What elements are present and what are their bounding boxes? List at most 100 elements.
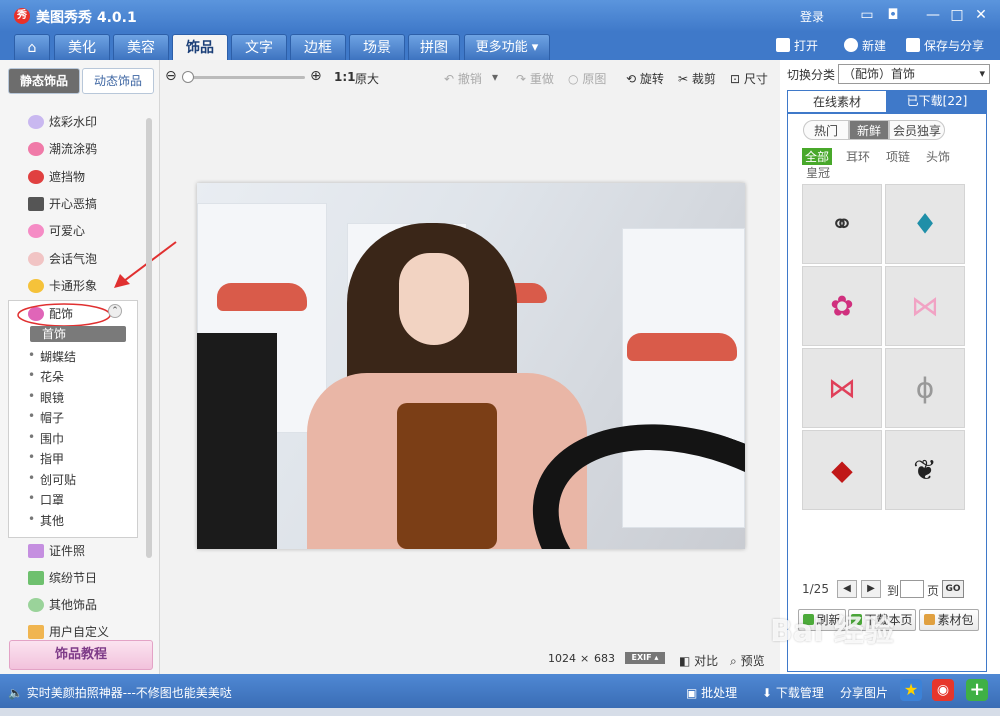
- batch-process-button[interactable]: ▣ 批处理: [686, 684, 737, 701]
- weibo-icon[interactable]: ◉: [932, 679, 954, 701]
- crop-button[interactable]: ✂ 裁剪: [678, 70, 716, 87]
- new-button[interactable]: 新建: [844, 37, 886, 54]
- compare-button[interactable]: ◧ 对比: [679, 652, 718, 669]
- original-image-button[interactable]: ○ 原图: [568, 70, 606, 87]
- go-page-button[interactable]: GO: [942, 580, 964, 598]
- download-manager-button[interactable]: ⬇ 下载管理: [762, 684, 824, 701]
- sidebar-item-custom[interactable]: 用户自定义: [28, 623, 109, 641]
- close-icon[interactable]: ✕: [970, 6, 992, 24]
- zoom-in-icon[interactable]: ⊕: [310, 68, 322, 84]
- page-number-input[interactable]: [900, 580, 924, 598]
- subitem-bandaid[interactable]: 创可贴: [28, 471, 76, 488]
- share-picture-button[interactable]: 分享图片: [840, 684, 888, 701]
- tab-face[interactable]: 美容: [113, 34, 169, 60]
- category-select[interactable]: （配饰）首饰: [838, 64, 990, 84]
- sidebar-item-cartoon[interactable]: 卡通形象: [28, 277, 97, 295]
- sidebar-scrollbar[interactable]: [146, 118, 152, 558]
- minimize-icon[interactable]: —: [922, 6, 944, 24]
- tab-accessories[interactable]: 饰品: [172, 34, 228, 60]
- sidebar-item-watermark[interactable]: 炫彩水印: [28, 113, 97, 131]
- sidebar-item-label: 其他饰品: [49, 598, 98, 612]
- tab-scene[interactable]: 场景: [349, 34, 405, 60]
- filter-necklace[interactable]: 项链: [886, 148, 910, 165]
- sidebar-item-prank[interactable]: 开心恶搞: [28, 195, 97, 213]
- material-thumbnail[interactable]: ⋈: [885, 266, 965, 346]
- redo-button[interactable]: ↷ 重做: [516, 70, 554, 87]
- accessory-tutorial-button[interactable]: 饰品教程: [9, 640, 153, 670]
- tab-beautify[interactable]: 美化: [54, 34, 110, 60]
- original-size-button[interactable]: 原大: [355, 70, 379, 87]
- undo-dropdown-icon[interactable]: ▾: [492, 70, 498, 84]
- tab-frame[interactable]: 边框: [290, 34, 346, 60]
- exif-button[interactable]: EXIF ▴: [625, 652, 665, 664]
- material-thumbnail[interactable]: ◆: [802, 430, 882, 510]
- sidebar-item-label: 会话气泡: [49, 252, 98, 266]
- segment-vip[interactable]: 会员独享: [889, 120, 945, 140]
- subitem-nail[interactable]: 指甲: [28, 450, 64, 467]
- save-share-button[interactable]: 保存与分享: [906, 37, 984, 54]
- photo-canvas[interactable]: [197, 183, 745, 549]
- filter-all[interactable]: 全部: [802, 148, 833, 165]
- subitem-bowknot[interactable]: 蝴蝶结: [28, 348, 76, 365]
- scissors-icon: ✂: [678, 72, 689, 86]
- tab-dynamic-accessories[interactable]: 动态饰品: [82, 68, 154, 94]
- zoom-slider-track[interactable]: [185, 76, 305, 79]
- zoom-ratio-button[interactable]: 1:1: [334, 70, 356, 84]
- tab-online-materials[interactable]: 在线素材: [787, 90, 887, 112]
- material-thumbnail[interactable]: ϕ: [885, 348, 965, 428]
- filter-headwear[interactable]: 头饰: [926, 148, 950, 165]
- open-button[interactable]: 打开: [776, 37, 818, 54]
- subitem-scarf[interactable]: 围巾: [28, 430, 64, 447]
- resize-button[interactable]: ⊡ 尺寸: [730, 70, 768, 87]
- sidebar-item-doodle[interactable]: 潮流涂鸦: [28, 140, 97, 158]
- subitem-other[interactable]: 其他: [28, 512, 64, 529]
- segment-new[interactable]: 新鲜: [849, 120, 889, 140]
- tab-static-accessories[interactable]: 静态饰品: [8, 68, 80, 94]
- undo-button[interactable]: ↶ 撤销: [444, 70, 482, 87]
- qzone-star-icon[interactable]: ★: [900, 679, 922, 701]
- subitem-jewelry-selected[interactable]: 首饰: [30, 326, 126, 342]
- sidebar-item-festival[interactable]: 缤纷节日: [28, 569, 97, 587]
- filter-crown[interactable]: 皇冠: [806, 164, 830, 181]
- home-icon[interactable]: ⌂: [14, 34, 50, 60]
- skin-icon[interactable]: ◘: [882, 6, 904, 24]
- sidebar-item-speech-bubble[interactable]: 会话气泡: [28, 250, 97, 268]
- zoom-out-icon[interactable]: ⊖: [165, 68, 177, 84]
- prev-page-icon[interactable]: ◀: [837, 580, 857, 598]
- subitem-hat[interactable]: 帽子: [28, 409, 64, 426]
- sidebar-item-id-photo[interactable]: 证件照: [28, 542, 85, 560]
- id-photo-icon: [28, 544, 44, 558]
- tab-downloaded[interactable]: 已下载[22]: [887, 90, 987, 112]
- login-link[interactable]: 登录: [800, 8, 824, 25]
- segment-hot[interactable]: 热门: [803, 120, 849, 140]
- sidebar-item-mask[interactable]: 遮挡物: [28, 168, 85, 186]
- tutorial-label: 饰品教程: [54, 647, 107, 662]
- add-share-icon[interactable]: +: [966, 679, 988, 701]
- material-thumbnail[interactable]: ✿: [802, 266, 882, 346]
- next-page-icon[interactable]: ▶: [861, 580, 881, 598]
- material-thumbnail[interactable]: ⋈: [802, 348, 882, 428]
- photo-person-face: [399, 253, 469, 345]
- material-thumbnail[interactable]: ⚭: [802, 184, 882, 264]
- status-tip[interactable]: 🔈 实时美颜拍照神器---不修图也能美美哒: [8, 684, 232, 701]
- more-features-button[interactable]: 更多功能 ▾: [464, 34, 550, 60]
- plus-icon: [844, 38, 858, 52]
- material-thumbnail[interactable]: ❦: [885, 430, 965, 510]
- sidebar-item-other-accessories[interactable]: 其他饰品: [28, 596, 97, 614]
- maximize-icon[interactable]: □: [946, 6, 968, 24]
- subitem-face-mask[interactable]: 口罩: [28, 491, 64, 508]
- sidebar-item-hearts[interactable]: 可爱心: [28, 222, 85, 240]
- collapse-icon[interactable]: ⌃: [108, 304, 122, 318]
- subitem-glasses[interactable]: 眼镜: [28, 389, 64, 406]
- zoom-slider-thumb[interactable]: [182, 71, 194, 83]
- subitem-flower[interactable]: 花朵: [28, 368, 64, 385]
- tab-text[interactable]: 文字: [231, 34, 287, 60]
- redo-icon: ↷: [516, 72, 527, 86]
- preview-button[interactable]: ⌕ 预览: [730, 652, 765, 669]
- material-package-button[interactable]: 素材包: [919, 609, 979, 631]
- message-icon[interactable]: ▭: [856, 6, 878, 24]
- filter-earrings[interactable]: 耳环: [846, 148, 870, 165]
- rotate-button[interactable]: ⟲ 旋转: [626, 70, 664, 87]
- material-thumbnail[interactable]: ♦: [885, 184, 965, 264]
- tab-collage[interactable]: 拼图: [408, 34, 460, 60]
